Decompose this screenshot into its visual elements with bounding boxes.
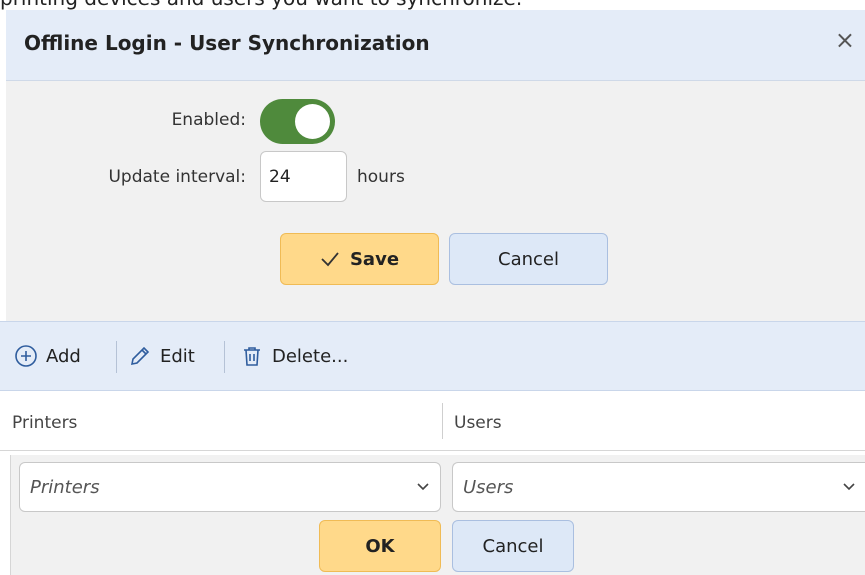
close-icon[interactable]: × xyxy=(835,28,855,52)
trash-icon xyxy=(244,347,260,366)
editor-cancel-button-label: Cancel xyxy=(482,535,544,557)
toolbar-divider xyxy=(224,341,225,373)
edit-button-label: Edit xyxy=(160,345,195,367)
toolbar-divider xyxy=(116,341,117,373)
chevron-down-icon xyxy=(843,483,855,491)
cancel-button-label: Cancel xyxy=(498,248,559,270)
ok-button-label: OK xyxy=(365,535,395,557)
users-select[interactable]: Users xyxy=(452,462,865,512)
toolbar: Add Edit Delete... xyxy=(0,321,865,391)
add-button-label: Add xyxy=(46,345,81,367)
chevron-down-icon xyxy=(417,483,429,491)
pencil-icon xyxy=(130,346,150,366)
checkmark-icon xyxy=(321,252,339,267)
cancel-button[interactable]: Cancel xyxy=(449,233,608,285)
interval-unit-label: hours xyxy=(357,167,405,187)
column-divider[interactable] xyxy=(442,403,443,439)
delete-button[interactable]: Delete... xyxy=(240,344,348,368)
enabled-label: Enabled: xyxy=(171,110,246,130)
column-header-printers[interactable]: Printers xyxy=(12,413,77,433)
edit-button[interactable]: Edit xyxy=(128,344,195,368)
save-button-label: Save xyxy=(349,248,400,270)
column-header-users[interactable]: Users xyxy=(454,413,502,433)
dialog-header: Offline Login - User Synchronization × xyxy=(6,10,865,81)
toggle-knob xyxy=(295,104,330,139)
update-interval-label: Update interval: xyxy=(108,167,246,187)
printers-select[interactable]: Printers xyxy=(19,462,441,512)
update-interval-input[interactable] xyxy=(260,151,347,202)
plus-circle-icon xyxy=(15,345,37,367)
printers-select-placeholder: Printers xyxy=(30,476,100,498)
ok-button[interactable]: OK xyxy=(319,520,441,572)
grid-header: Printers Users xyxy=(0,391,865,451)
page: printing devices and users you want to s… xyxy=(0,0,865,575)
add-button[interactable]: Add xyxy=(14,344,81,368)
delete-button-label: Delete... xyxy=(272,345,349,367)
save-button[interactable]: Save xyxy=(280,233,439,285)
enabled-toggle[interactable] xyxy=(260,99,335,144)
editor-row: Printers Users OK Cancel xyxy=(10,455,865,575)
dialog-title: Offline Login - User Synchronization xyxy=(24,31,430,55)
intro-text: printing devices and users you want to s… xyxy=(0,0,522,10)
settings-panel: Enabled: Update interval: hours Save Can… xyxy=(6,81,865,321)
users-select-placeholder: Users xyxy=(463,476,514,498)
editor-cancel-button[interactable]: Cancel xyxy=(452,520,574,572)
